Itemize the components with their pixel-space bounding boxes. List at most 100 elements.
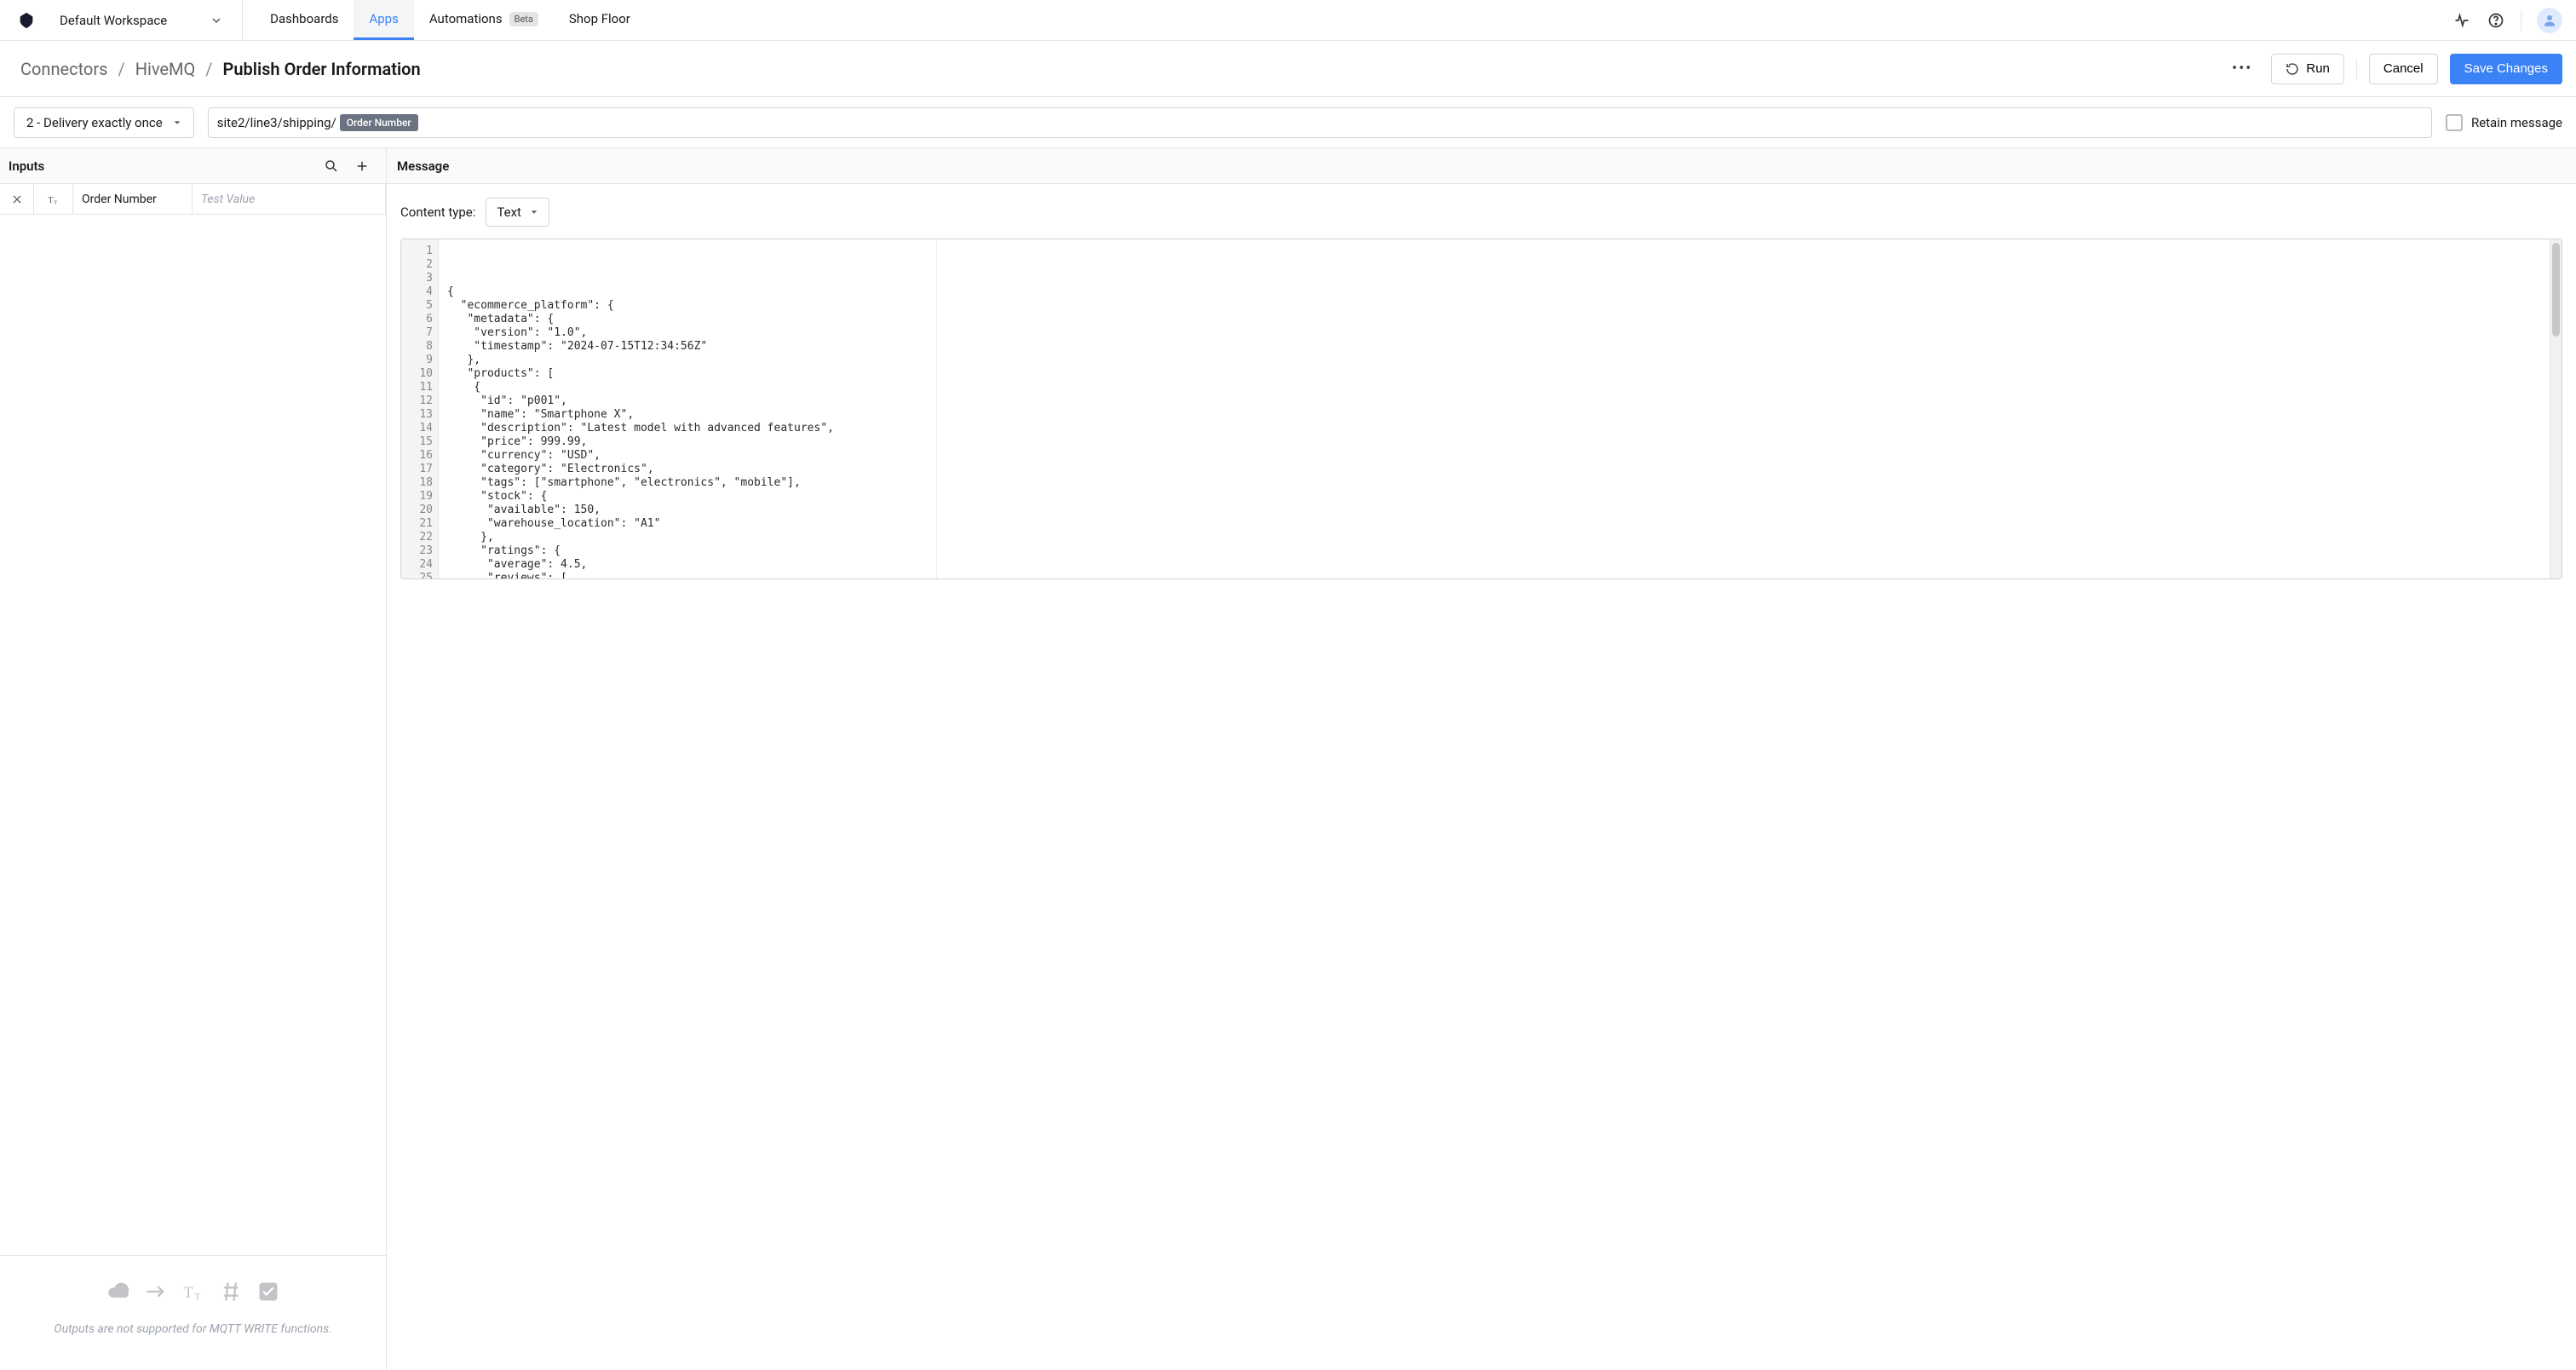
inputs-panel: Inputs TT Order Number Test Value bbox=[0, 148, 387, 1370]
scrollbar-thumb[interactable] bbox=[2552, 243, 2560, 337]
qos-dropdown[interactable]: 2 - Delivery exactly once bbox=[14, 107, 194, 138]
cloud-icon bbox=[106, 1280, 130, 1304]
workspace-selector[interactable]: Default Workspace bbox=[60, 0, 243, 40]
code-line[interactable]: "metadata": { bbox=[447, 313, 2541, 326]
nav-tabs: Dashboards Apps Automations Beta Shop Fl… bbox=[255, 0, 646, 40]
code-line[interactable]: "id": "p001", bbox=[447, 394, 2541, 408]
input-name-cell[interactable]: Order Number bbox=[73, 184, 193, 214]
main-area: Inputs TT Order Number Test Value bbox=[0, 148, 2576, 1370]
chevron-down-icon bbox=[211, 15, 221, 26]
qos-label: 2 - Delivery exactly once bbox=[26, 115, 163, 130]
close-icon bbox=[11, 193, 23, 205]
editor-scrollbar[interactable] bbox=[2550, 239, 2562, 579]
more-menu-button[interactable]: ••• bbox=[2225, 56, 2259, 81]
code-area[interactable]: { "ecommerce_platform": { "metadata": { … bbox=[439, 239, 2550, 579]
code-line[interactable]: "timestamp": "2024-07-15T12:34:56Z" bbox=[447, 340, 2541, 354]
input-value-placeholder: Test Value bbox=[201, 193, 255, 206]
code-line[interactable]: "description": "Latest model with advanc… bbox=[447, 422, 2541, 435]
tab-label: Automations bbox=[429, 11, 503, 26]
input-type-cell[interactable]: TT bbox=[34, 184, 73, 214]
footer-icons: TT bbox=[106, 1280, 280, 1304]
topic-input[interactable]: site2/line3/shipping/ Order Number bbox=[208, 107, 2432, 138]
retain-label: Retain message bbox=[2471, 115, 2562, 130]
divider bbox=[2356, 59, 2357, 79]
beta-badge: Beta bbox=[509, 12, 538, 26]
line-gutter: 1234567891011121314151617181920212223242… bbox=[401, 239, 439, 579]
outputs-footer: TT Outputs are not supported for MQTT WR… bbox=[0, 1255, 386, 1370]
topic-variable-chip[interactable]: Order Number bbox=[340, 114, 418, 131]
code-line[interactable]: "version": "1.0", bbox=[447, 326, 2541, 340]
tab-dashboards[interactable]: Dashboards bbox=[255, 0, 354, 40]
code-line[interactable]: "stock": { bbox=[447, 490, 2541, 504]
inputs-header: Inputs bbox=[0, 148, 386, 184]
code-line[interactable]: "ratings": { bbox=[447, 544, 2541, 558]
content-type-row: Content type: Text bbox=[387, 184, 2576, 235]
config-row: 2 - Delivery exactly once site2/line3/sh… bbox=[0, 97, 2576, 148]
code-line[interactable]: "ecommerce_platform": { bbox=[447, 299, 2541, 313]
code-line[interactable]: { bbox=[447, 381, 2541, 394]
svg-text:T: T bbox=[54, 199, 58, 205]
help-icon[interactable] bbox=[2487, 11, 2505, 30]
topnav-right bbox=[2452, 8, 2562, 33]
message-title: Message bbox=[397, 158, 449, 174]
search-inputs-button[interactable] bbox=[316, 151, 347, 181]
code-line[interactable]: "currency": "USD", bbox=[447, 449, 2541, 463]
caret-down-icon bbox=[530, 208, 538, 216]
topic-prefix-text: site2/line3/shipping/ bbox=[217, 115, 336, 130]
crumb-connectors[interactable]: Connectors bbox=[20, 59, 107, 79]
code-line[interactable]: "warehouse_location": "A1" bbox=[447, 517, 2541, 531]
sub-bar: Connectors / HiveMQ / Publish Order Info… bbox=[0, 41, 2576, 97]
svg-text:T: T bbox=[183, 1284, 193, 1302]
retain-checkbox-group[interactable]: Retain message bbox=[2446, 114, 2562, 131]
message-header: Message bbox=[387, 148, 2576, 184]
cancel-button[interactable]: Cancel bbox=[2369, 54, 2438, 84]
crumb-current: Publish Order Information bbox=[223, 59, 421, 79]
workspace-name: Default Workspace bbox=[60, 13, 167, 28]
tab-label: Apps bbox=[369, 11, 398, 26]
activity-icon[interactable] bbox=[2452, 11, 2471, 30]
button-label: Run bbox=[2306, 61, 2330, 76]
code-line[interactable]: "tags": ["smartphone", "electronics", "m… bbox=[447, 476, 2541, 490]
code-line[interactable]: { bbox=[447, 285, 2541, 299]
code-line[interactable]: "available": 150, bbox=[447, 504, 2541, 517]
button-label: Save Changes bbox=[2464, 61, 2548, 76]
crumb-separator: / bbox=[118, 59, 124, 79]
plus-icon bbox=[354, 158, 370, 174]
retain-checkbox[interactable] bbox=[2446, 114, 2463, 131]
outputs-footer-note: Outputs are not supported for MQTT WRITE… bbox=[54, 1322, 332, 1336]
text-icon: TT bbox=[181, 1280, 205, 1304]
code-line[interactable]: "products": [ bbox=[447, 367, 2541, 381]
run-button[interactable]: Run bbox=[2271, 54, 2344, 84]
content-type-label: Content type: bbox=[400, 204, 475, 220]
delete-input-button[interactable] bbox=[0, 184, 34, 214]
code-line[interactable]: }, bbox=[447, 354, 2541, 367]
top-nav: Default Workspace Dashboards Apps Automa… bbox=[0, 0, 2576, 41]
input-value-cell[interactable]: Test Value bbox=[193, 184, 386, 214]
search-icon bbox=[324, 158, 339, 174]
check-box-icon bbox=[256, 1280, 280, 1304]
crumb-separator: / bbox=[205, 59, 212, 79]
code-line[interactable]: "price": 999.99, bbox=[447, 435, 2541, 449]
user-avatar[interactable] bbox=[2537, 8, 2562, 33]
save-button[interactable]: Save Changes bbox=[2450, 54, 2562, 84]
hash-icon bbox=[219, 1280, 243, 1304]
text-type-icon: TT bbox=[46, 192, 61, 207]
tab-automations[interactable]: Automations Beta bbox=[414, 0, 554, 40]
code-line[interactable]: "reviews": [ bbox=[447, 572, 2541, 579]
code-line[interactable]: "name": "Smartphone X", bbox=[447, 408, 2541, 422]
input-row: TT Order Number Test Value bbox=[0, 184, 386, 215]
crumb-hivemq[interactable]: HiveMQ bbox=[135, 59, 196, 79]
app-logo[interactable] bbox=[17, 11, 36, 30]
code-line[interactable]: "category": "Electronics", bbox=[447, 463, 2541, 476]
content-type-dropdown[interactable]: Text bbox=[486, 198, 549, 227]
code-line[interactable]: }, bbox=[447, 531, 2541, 544]
content-type-value: Text bbox=[497, 204, 521, 220]
tab-shop-floor[interactable]: Shop Floor bbox=[554, 0, 646, 40]
tab-apps[interactable]: Apps bbox=[354, 0, 413, 40]
breadcrumb: Connectors / HiveMQ / Publish Order Info… bbox=[20, 59, 421, 79]
input-name-text: Order Number bbox=[82, 193, 157, 206]
arrow-right-icon bbox=[144, 1280, 168, 1304]
code-line[interactable]: "average": 4.5, bbox=[447, 558, 2541, 572]
add-input-button[interactable] bbox=[347, 151, 377, 181]
code-editor[interactable]: 1234567891011121314151617181920212223242… bbox=[400, 239, 2562, 579]
